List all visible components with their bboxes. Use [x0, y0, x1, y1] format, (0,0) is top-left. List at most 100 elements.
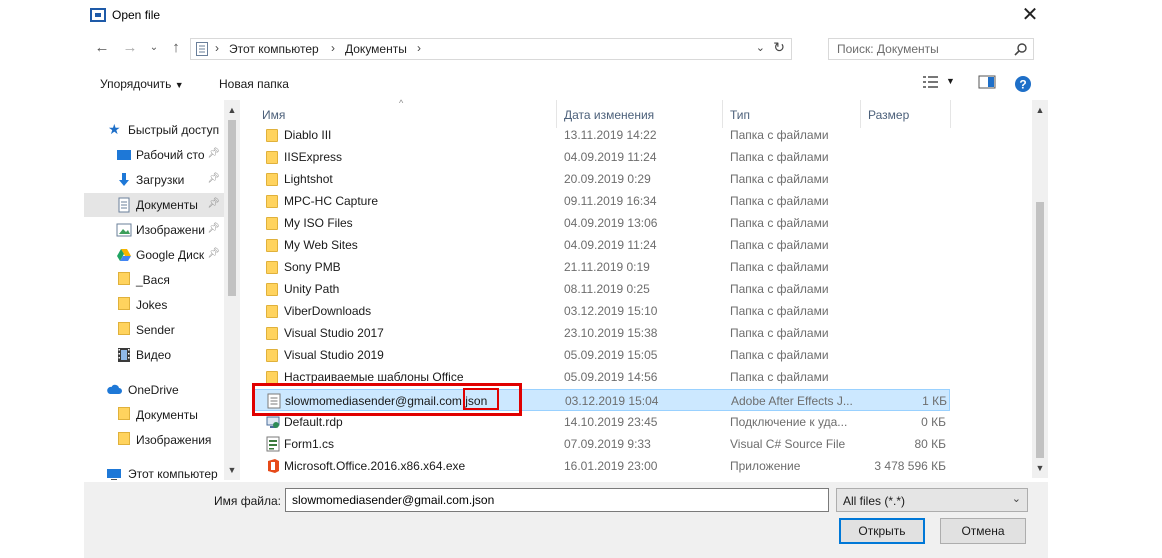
sidebar-item-pictures[interactable]: Изображени 📌︎: [84, 218, 224, 242]
document-icon: [118, 197, 130, 213]
table-row[interactable]: Form1.cs 07.09.2019 9:33 Visual C# Sourc…: [254, 433, 950, 455]
sidebar-item-label: OneDrive: [128, 383, 179, 397]
recent-locations-chevron-icon[interactable]: ⌄: [144, 38, 164, 58]
sidebar-item-onedrive-documents[interactable]: Документы: [84, 403, 224, 427]
sidebar-item-jokes[interactable]: Jokes: [84, 293, 224, 317]
file-type: Папка с файлами: [730, 128, 829, 142]
sidebar-item-sender[interactable]: Sender: [84, 318, 224, 342]
scroll-down-icon[interactable]: ▼: [224, 462, 240, 478]
file-date: 14.10.2019 23:45: [564, 415, 658, 429]
file-type: Папка с файлами: [730, 326, 829, 340]
table-row[interactable]: My ISO Files 04.09.2019 13:06 Папка с фа…: [254, 212, 950, 234]
sidebar-item-google-drive[interactable]: Google Диск 📌︎: [84, 243, 224, 267]
filename-input[interactable]: [285, 488, 829, 512]
forward-arrow-icon[interactable]: →: [120, 38, 140, 58]
sidebar-item-onedrive[interactable]: OneDrive: [84, 378, 224, 402]
column-header-type[interactable]: Тип: [730, 108, 750, 122]
organize-button[interactable]: Упорядочить ▼: [100, 77, 184, 91]
cancel-button[interactable]: Отмена: [940, 518, 1026, 544]
column-header-name[interactable]: Имя: [262, 108, 285, 122]
address-bar[interactable]: › Этот компьютер › Документы › ⌄ ↻: [190, 38, 792, 60]
file-name: Lightshot: [284, 172, 333, 186]
table-row[interactable]: IISExpress 04.09.2019 11:24 Папка с файл…: [254, 146, 950, 168]
table-row[interactable]: Visual Studio 2019 05.09.2019 15:05 Папк…: [254, 344, 950, 366]
refresh-icon[interactable]: ↻: [773, 39, 785, 56]
svg-text:?: ?: [1019, 78, 1026, 92]
scroll-up-icon[interactable]: ▲: [1032, 102, 1048, 118]
scroll-down-icon[interactable]: ▼: [1032, 460, 1048, 476]
scrollbar-thumb[interactable]: [228, 120, 236, 296]
remote-desktop-icon: [266, 416, 280, 428]
file-name: MPC-HC Capture: [284, 194, 379, 208]
folder-icon: [266, 151, 278, 164]
table-row-selected[interactable]: slowmomediasender@gmail.com.json 03.12.2…: [254, 389, 950, 411]
sidebar-item-this-pc[interactable]: Этот компьютер: [84, 462, 224, 480]
file-type: Папка с файлами: [730, 194, 829, 208]
table-row[interactable]: Настраиваемые шаблоны Office 05.09.2019 …: [254, 366, 950, 388]
breadcrumb-documents[interactable]: Документы: [345, 42, 407, 56]
scrollbar-thumb[interactable]: [1036, 202, 1044, 458]
view-dropdown-icon[interactable]: ▼: [946, 76, 955, 86]
file-size: 80 КБ: [914, 437, 946, 451]
sidebar-item-desktop[interactable]: Рабочий сто 📌︎: [84, 143, 224, 167]
scroll-up-icon[interactable]: ▲: [224, 102, 240, 118]
navigation-pane-scrollbar[interactable]: ▲ ▼: [224, 100, 240, 480]
breadcrumb-chevron-icon[interactable]: ›: [215, 41, 219, 55]
sidebar-item-label: Быстрый доступ: [128, 123, 220, 137]
pin-icon: 📌︎: [207, 148, 220, 159]
help-icon[interactable]: ?: [1014, 75, 1032, 93]
table-row[interactable]: Diablo III 13.11.2019 14:22 Папка с файл…: [254, 124, 950, 146]
video-icon: [118, 348, 130, 362]
folder-icon: [118, 407, 130, 420]
star-icon: ★: [108, 121, 121, 137]
up-arrow-icon[interactable]: ↑: [166, 38, 186, 58]
search-input[interactable]: Поиск: Документы: [828, 38, 1034, 60]
table-row[interactable]: Unity Path 08.11.2019 0:25 Папка с файла…: [254, 278, 950, 300]
sidebar-item-video[interactable]: Видео: [84, 343, 224, 367]
file-name: Visual Studio 2017: [284, 326, 384, 340]
organize-label: Упорядочить: [100, 77, 172, 91]
close-button[interactable]: ✕: [1018, 4, 1042, 28]
file-list-scrollbar[interactable]: ▲ ▼: [1032, 100, 1048, 478]
breadcrumb-this-pc[interactable]: Этот компьютер: [229, 42, 319, 56]
sidebar-item-downloads[interactable]: Загрузки 📌︎: [84, 168, 224, 192]
column-header-date[interactable]: Дата изменения: [564, 108, 654, 122]
sidebar-item-documents[interactable]: Документы 📌︎: [84, 193, 224, 217]
table-row[interactable]: Default.rdp 14.10.2019 23:45 Подключение…: [254, 411, 950, 433]
address-dropdown-icon[interactable]: ⌄: [756, 41, 765, 54]
table-row[interactable]: Lightshot 20.09.2019 0:29 Папка с файлам…: [254, 168, 950, 190]
column-divider[interactable]: [950, 100, 951, 128]
file-name: My ISO Files: [284, 216, 353, 230]
breadcrumb-chevron-icon[interactable]: ›: [331, 41, 335, 55]
column-header-size[interactable]: Размер: [868, 108, 909, 122]
file-date: 05.09.2019 15:05: [564, 348, 658, 362]
cloud-icon: [107, 384, 122, 394]
documents-icon: [196, 42, 208, 56]
sidebar-item-label: Изображения: [136, 433, 212, 447]
sidebar-item-vasya[interactable]: _Вася: [84, 268, 224, 292]
search-icon[interactable]: [1014, 42, 1028, 56]
file-type: Папка с файлами: [730, 304, 829, 318]
folder-icon: [266, 327, 278, 340]
preview-pane-icon[interactable]: [978, 74, 996, 90]
table-row[interactable]: MPC-HC Capture 09.11.2019 16:34 Папка с …: [254, 190, 950, 212]
navigation-pane: ★ Быстрый доступ Рабочий сто 📌︎ Загрузки…: [84, 100, 240, 480]
table-row[interactable]: Microsoft.Office.2016.x86.x64.exe 16.01.…: [254, 455, 950, 477]
file-date: 04.09.2019 11:24: [564, 238, 657, 252]
sidebar-item-quick-access[interactable]: ★ Быстрый доступ: [84, 118, 224, 142]
table-row[interactable]: Visual Studio 2017 23.10.2019 15:38 Папк…: [254, 322, 950, 344]
file-date: 23.10.2019 15:38: [564, 326, 658, 340]
sidebar-item-onedrive-pictures[interactable]: Изображения: [84, 428, 224, 452]
view-options-icon[interactable]: [922, 74, 940, 90]
computer-icon: [107, 469, 121, 480]
breadcrumb-chevron-icon[interactable]: ›: [417, 41, 421, 55]
table-row[interactable]: ViberDownloads 03.12.2019 15:10 Папка с …: [254, 300, 950, 322]
folder-icon: [266, 239, 278, 252]
back-arrow-icon[interactable]: ←: [92, 38, 112, 58]
file-date: 21.11.2019 0:19: [564, 260, 650, 274]
new-folder-button[interactable]: Новая папка: [219, 77, 289, 91]
table-row[interactable]: My Web Sites 04.09.2019 11:24 Папка с фа…: [254, 234, 950, 256]
table-row[interactable]: Sony PMB 21.11.2019 0:19 Папка с файлами: [254, 256, 950, 278]
filetype-select[interactable]: All files (*.*) ⌄: [836, 488, 1028, 512]
open-button[interactable]: Открыть: [839, 518, 925, 544]
